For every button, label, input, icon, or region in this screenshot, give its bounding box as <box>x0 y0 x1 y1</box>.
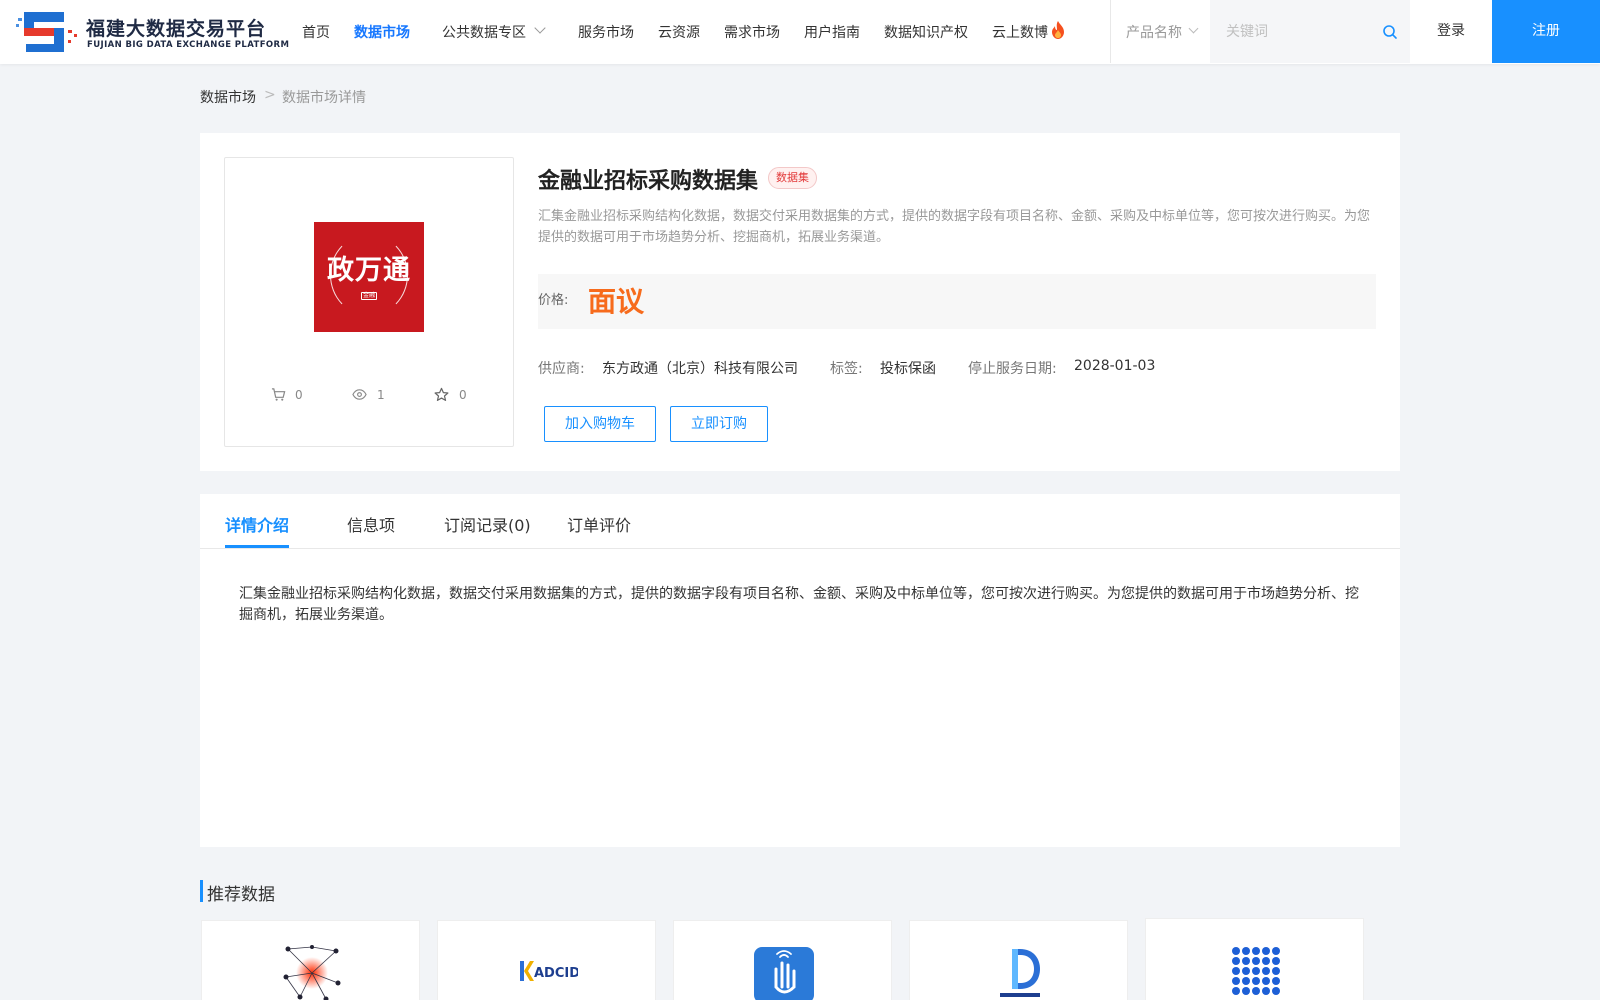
breadcrumb-current: 数据市场详情 <box>282 90 366 106</box>
product-type-badge: 数据集 <box>768 167 817 189</box>
register-button[interactable]: 注册 <box>1492 0 1600 63</box>
tab-subscription-records[interactable]: 订阅记录(0) <box>444 512 531 536</box>
recommended-card[interactable]: ADCID <box>437 920 656 1000</box>
breadcrumb-separator: > <box>264 87 276 103</box>
cart-icon <box>271 388 286 401</box>
stop-date-value: 2028-01-03 <box>1074 358 1156 374</box>
nav-data-market[interactable]: 数据市场 <box>354 22 410 42</box>
nav-home[interactable]: 首页 <box>302 22 330 42</box>
price-label: 价格: <box>538 293 569 308</box>
chevron-down-icon[interactable] <box>1188 23 1199 34</box>
favorite-count: 0 <box>459 388 467 402</box>
product-type-select[interactable]: 产品名称 <box>1126 22 1182 42</box>
section-accent-bar <box>200 880 203 902</box>
network-graph-icon <box>283 945 341 1000</box>
tab-info-items[interactable]: 信息项 <box>347 512 395 536</box>
recommended-card[interactable] <box>673 920 892 1000</box>
top-header: 福建大数据交易平台 FUJIAN BIG DATA EXCHANGE PLATF… <box>0 0 1600 64</box>
nav-service-market[interactable]: 服务市场 <box>578 22 634 42</box>
logo-cn-text: 福建大数据交易平台 <box>86 18 267 40</box>
search-icon[interactable] <box>1382 24 1398 40</box>
tab-details[interactable]: 详情介绍 <box>225 512 289 536</box>
recommended-title: 推荐数据 <box>207 885 275 905</box>
price-value: 面议 <box>588 285 645 318</box>
tag-label: 标签: <box>830 361 863 377</box>
stop-date-label: 停止服务日期: <box>968 361 1057 377</box>
product-logo: 政万通 金融 <box>314 222 424 332</box>
nav-demand-market[interactable]: 需求市场 <box>724 22 780 42</box>
hand-app-icon <box>754 947 814 1000</box>
add-to-cart-button[interactable]: 加入购物车 <box>544 406 656 442</box>
view-count: 1 <box>377 388 385 402</box>
detail-tabs-card: 详情介绍 信息项 订阅记录(0) 订单评价 汇集金融业招标采购结构化数据，数据交… <box>200 494 1400 847</box>
product-description: 汇集金融业招标采购结构化数据，数据交付采用数据集的方式，提供的数据字段有项目名称… <box>538 209 1371 245</box>
subscribe-now-button[interactable]: 立即订购 <box>670 406 768 442</box>
product-card: 政万通 金融 0 1 0 金融业招标采购数据集 数据集 汇集金融业招标采购结构化… <box>200 133 1400 471</box>
star-icon[interactable] <box>434 387 449 402</box>
search-input[interactable] <box>1226 20 1376 44</box>
nav-data-ip[interactable]: 数据知识产权 <box>884 22 968 42</box>
site-logo[interactable]: 福建大数据交易平台 FUJIAN BIG DATA EXCHANGE PLATF… <box>16 8 289 56</box>
product-title: 金融业招标采购数据集 <box>538 169 759 194</box>
tag-value: 投标保函 <box>880 361 936 377</box>
tab-content-text: 汇集金融业招标采购结构化数据，数据交付采用数据集的方式，提供的数据字段有项目名称… <box>239 586 1359 623</box>
logo-mark-icon <box>16 12 77 52</box>
tabs-divider <box>200 548 1400 549</box>
product-image-box: 政万通 金融 0 1 0 <box>224 157 514 447</box>
nav-user-guide[interactable]: 用户指南 <box>804 22 860 42</box>
adcid-logo-icon: ADCID <box>520 961 578 981</box>
recommended-card[interactable] <box>201 920 420 1000</box>
login-button[interactable]: 登录 <box>1410 0 1492 63</box>
eye-icon <box>352 389 367 400</box>
logo-en-text: FUJIAN BIG DATA EXCHANGE PLATFORM <box>87 40 290 50</box>
search-box <box>1210 0 1410 63</box>
nav-cloud-resources[interactable]: 云资源 <box>658 22 700 42</box>
nav-public-data[interactable]: 公共数据专区 <box>442 22 526 42</box>
nav-divider <box>1110 0 1111 63</box>
breadcrumb-root[interactable]: 数据市场 <box>200 87 256 107</box>
cart-count: 0 <box>295 388 303 402</box>
recommended-card[interactable] <box>909 920 1128 1000</box>
supplier-value: 东方政通（北京）科技有限公司 <box>602 361 798 377</box>
supplier-label: 供应商: <box>538 361 585 377</box>
dot-grid-icon <box>1232 947 1280 995</box>
tab-order-reviews[interactable]: 订单评价 <box>567 512 631 536</box>
fire-icon <box>1052 21 1064 39</box>
price-box: 价格: 面议 <box>538 274 1376 329</box>
recommended-card[interactable] <box>1145 918 1364 1000</box>
nav-cloud-expo[interactable]: 云上数博 <box>992 22 1048 42</box>
chevron-down-icon[interactable] <box>534 22 546 34</box>
adcid-text: ADCID <box>534 966 578 981</box>
d-logo-icon <box>1000 949 1040 997</box>
